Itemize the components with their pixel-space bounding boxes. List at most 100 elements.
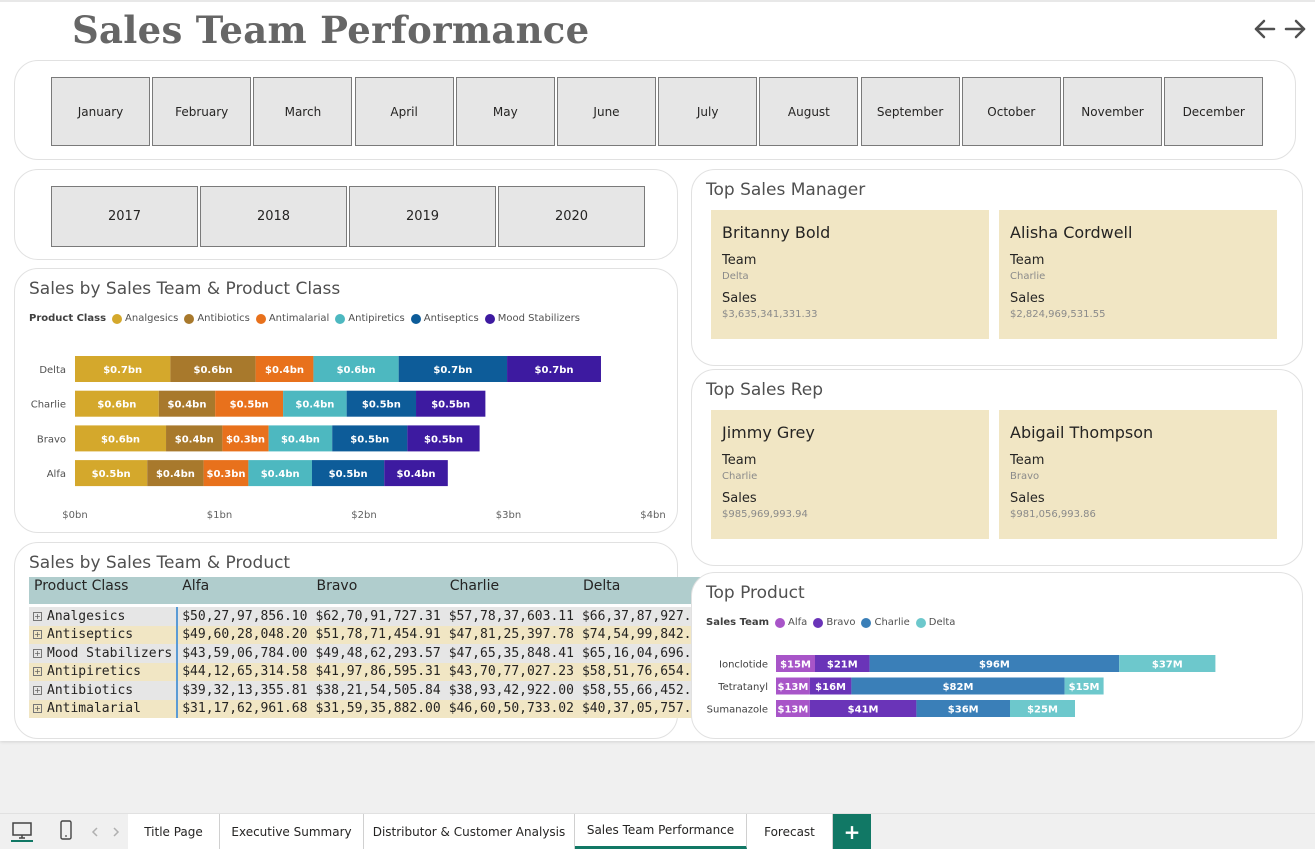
year-button-2019[interactable]: 2019 xyxy=(349,186,496,247)
row-header-cell[interactable]: + Antibiotics xyxy=(29,681,179,700)
month-button-august[interactable]: August xyxy=(759,77,859,146)
month-button-april[interactable]: April xyxy=(354,77,454,146)
page-tab-executive-summary[interactable]: Executive Summary xyxy=(220,814,364,849)
row-header-cell[interactable]: + Antipiretics xyxy=(29,662,179,681)
person-name: Jimmy Grey xyxy=(722,423,815,442)
expand-icon[interactable]: + xyxy=(33,611,42,621)
month-button-january[interactable]: January xyxy=(51,77,150,146)
top-manager-card: Alisha Cordwell Team Charlie Sales $2,824,96… xyxy=(999,210,1277,339)
category-label-tetratanyl: Tetratanyl xyxy=(717,682,768,693)
data-label: $0.3bn xyxy=(207,469,246,480)
month-button-may[interactable]: May xyxy=(455,77,555,146)
cell-text: Antiseptics xyxy=(47,627,134,643)
column-header-alfa[interactable]: Alfa xyxy=(177,577,312,604)
team-class-chart-panel: Sales by Sales Team & Product Class Prod… xyxy=(14,268,678,533)
cell-text: $43,59,06,784.00 xyxy=(182,645,308,661)
expand-icon[interactable]: + xyxy=(33,685,42,695)
cell-text: $31,59,35,882.00 xyxy=(315,701,441,717)
top-rep-card: Jimmy Grey Team Charlie Sales $985,969,993.9… xyxy=(711,410,989,539)
expand-icon[interactable]: + xyxy=(33,648,42,658)
table-row: + Mood Stabilizers $43,59,06,784.00 $49,48,… xyxy=(29,644,712,663)
data-label: $0.6bn xyxy=(101,434,140,445)
add-page-button[interactable]: + xyxy=(833,814,871,849)
data-label: $0.4bn xyxy=(156,469,195,480)
value-cell: $41,97,86,595.31 xyxy=(311,662,445,681)
month-slicer-panel: January February March April May June July Augu… xyxy=(14,60,1296,160)
value-cell: $62,70,91,727.31 xyxy=(311,607,445,626)
sales-value: $985,969,993.94 xyxy=(722,509,808,520)
back-arrow-icon[interactable] xyxy=(1252,16,1278,42)
team-label: Team xyxy=(722,453,757,468)
chevron-right-icon[interactable] xyxy=(111,826,121,838)
x-tick-label: $0bn xyxy=(62,510,87,521)
chevron-left-icon[interactable] xyxy=(90,826,100,838)
cell-text: $51,78,71,454.91 xyxy=(315,627,441,643)
cell-text: $31,17,62,961.68 xyxy=(182,701,308,717)
category-label-sumanazole: Sumanazole xyxy=(707,705,768,716)
expand-icon[interactable]: + xyxy=(33,667,42,677)
team-value: Bravo xyxy=(1010,471,1040,482)
year-button-2020[interactable]: 2020 xyxy=(498,186,645,247)
desktop-layout-icon[interactable] xyxy=(10,820,34,842)
mobile-layout-icon[interactable] xyxy=(58,819,74,843)
row-header-cell[interactable]: + Mood Stabilizers xyxy=(29,644,179,663)
top-product-bar-chart: Ionclotide $15M $21M $96M $37M Tetratanyl $13M… xyxy=(707,655,1216,717)
value-cell: $39,32,13,355.81 xyxy=(177,681,312,700)
category-label-delta: Delta xyxy=(39,365,66,376)
data-label: $0.5bn xyxy=(431,400,470,411)
column-header-product-class[interactable]: Product Class xyxy=(29,577,178,604)
data-label: $0.4bn xyxy=(175,434,214,445)
month-button-february[interactable]: February xyxy=(152,77,252,146)
sales-label: Sales xyxy=(1010,491,1045,506)
column-header-charlie[interactable]: Charlie xyxy=(444,577,578,604)
cell-text: $38,93,42,922.00 xyxy=(448,682,574,698)
month-button-september[interactable]: September xyxy=(860,77,960,146)
row-header-cell[interactable]: + Antimalarial xyxy=(29,699,179,718)
team-label: Team xyxy=(1010,253,1045,268)
month-button-march[interactable]: March xyxy=(253,77,353,146)
team-value: Charlie xyxy=(1010,271,1046,282)
expand-icon[interactable]: + xyxy=(33,630,42,640)
cell-text: $38,21,54,505.84 xyxy=(315,682,441,698)
year-button-2017[interactable]: 2017 xyxy=(51,186,198,247)
row-header-cell[interactable]: + Analgesics xyxy=(29,607,179,626)
data-label: $0.5bn xyxy=(362,400,401,411)
data-label: $96M xyxy=(979,660,1010,671)
page-tab-sales-team-performance[interactable]: Sales Team Performance xyxy=(575,814,747,849)
sales-value: $2,824,969,531.55 xyxy=(1010,309,1106,320)
table-row: + Antibiotics $39,32,13,355.81 $38,21,54,50… xyxy=(29,681,712,700)
top-rep-card: Abigail Thompson Team Bravo Sales $981,056,9… xyxy=(999,410,1277,539)
person-name: Abigail Thompson xyxy=(1010,423,1154,442)
month-button-october[interactable]: October xyxy=(961,77,1061,146)
data-label: $0.7bn xyxy=(433,365,472,376)
cell-text: $47,81,25,397.78 xyxy=(448,627,574,643)
data-label: $25M xyxy=(1027,705,1058,716)
month-button-december[interactable]: December xyxy=(1164,77,1264,146)
x-tick-label: $1bn xyxy=(207,510,232,521)
row-header-cell[interactable]: + Antiseptics xyxy=(29,625,179,644)
page-tab-distributor-customer-analysis[interactable]: Distributor & Customer Analysis xyxy=(364,814,575,849)
table-row: + Analgesics $50,27,97,856.10 $62,70,91,727… xyxy=(29,607,712,626)
data-label: $0.3bn xyxy=(226,434,265,445)
expand-icon[interactable]: + xyxy=(33,704,42,714)
forward-arrow-icon[interactable] xyxy=(1282,16,1308,42)
cell-text: $58,55,66,452.89 xyxy=(581,682,708,698)
year-button-2018[interactable]: 2018 xyxy=(200,186,347,247)
value-cell: $31,17,62,961.68 xyxy=(177,699,312,718)
category-label-bravo: Bravo xyxy=(37,434,66,445)
page-tab-forecast[interactable]: Forecast xyxy=(747,814,833,849)
team-label: Team xyxy=(722,253,757,268)
month-button-july[interactable]: July xyxy=(658,77,758,146)
value-cell: $38,21,54,505.84 xyxy=(311,681,445,700)
data-label: $16M xyxy=(815,682,846,693)
month-button-june[interactable]: June xyxy=(557,77,656,146)
data-label: $36M xyxy=(948,705,979,716)
column-header-bravo[interactable]: Bravo xyxy=(311,577,445,604)
cell-text: $49,48,62,293.57 xyxy=(315,645,441,661)
page-tab-title-page[interactable]: Title Page xyxy=(128,814,220,849)
product-table-panel: Sales by Sales Team & Product Product Cl… xyxy=(14,542,712,739)
data-label: $0.4bn xyxy=(261,469,300,480)
x-tick-label: $4bn xyxy=(640,510,665,521)
value-cell: $44,12,65,314.58 xyxy=(177,662,312,681)
month-button-november[interactable]: November xyxy=(1063,77,1162,146)
